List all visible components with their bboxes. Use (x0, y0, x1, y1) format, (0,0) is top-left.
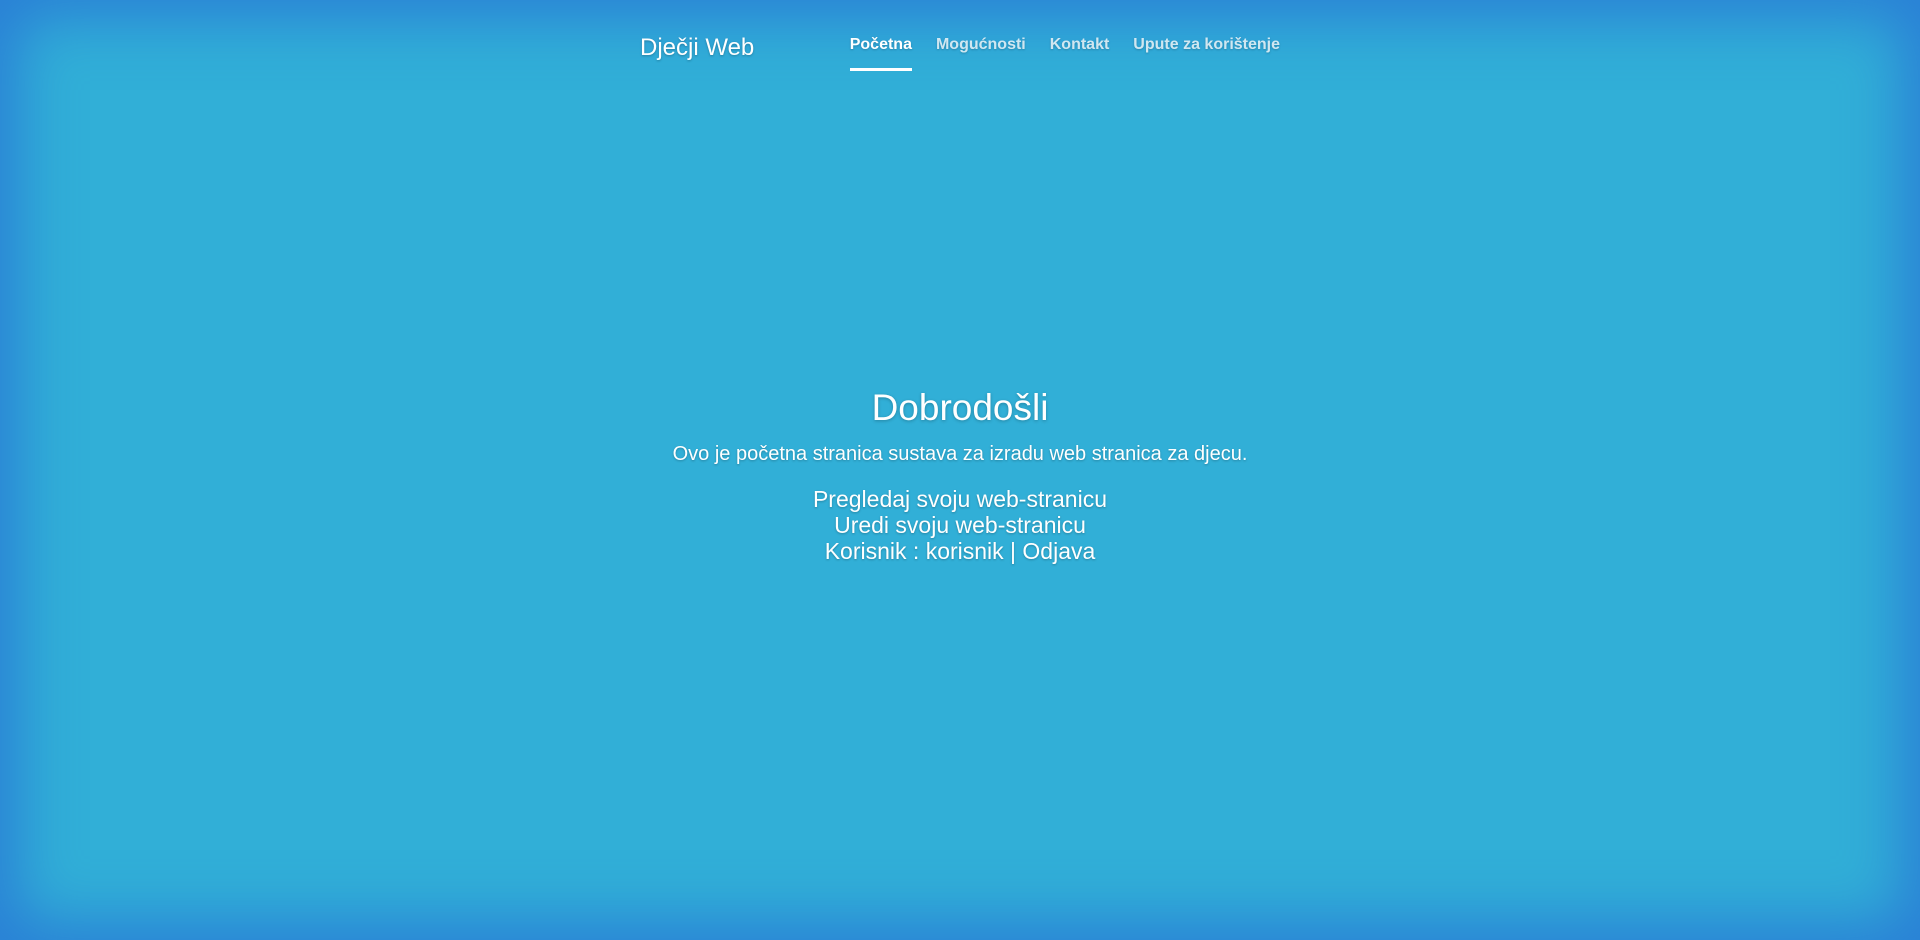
user-status: Korisnik : korisnik | Odjava (0, 538, 1920, 564)
nav-item-upute[interactable]: Upute za korištenje (1133, 36, 1280, 71)
separator: | (1003, 538, 1023, 564)
view-website-link[interactable]: Pregledaj svoju web-stranicu (813, 486, 1107, 512)
nav-item-mogucnosti[interactable]: Mogućnosti (936, 36, 1026, 71)
user-actions: Pregledaj svoju web-stranicu Uredi svoju… (0, 486, 1920, 564)
username-link[interactable]: korisnik (926, 538, 1004, 564)
masthead: Dječji Web Početna Mogućnosti Kontakt Up… (640, 0, 1280, 80)
cover-content: Dobrodošli Ovo je početna stranica susta… (0, 384, 1920, 564)
main-nav: Početna Mogućnosti Kontakt Upute za kori… (849, 36, 1280, 71)
page-title: Dobrodošli (871, 387, 1049, 428)
lead-text: Ovo je početna stranica sustava za izrad… (672, 443, 1248, 465)
nav-item-kontakt[interactable]: Kontakt (1050, 36, 1110, 71)
edit-website-link[interactable]: Uredi svoju web-stranicu (834, 512, 1086, 538)
user-label: Korisnik : (824, 538, 926, 564)
logout-link[interactable]: Odjava (1022, 538, 1095, 564)
brand-title[interactable]: Dječji Web (640, 34, 754, 62)
nav-item-pocetna[interactable]: Početna (849, 36, 912, 71)
